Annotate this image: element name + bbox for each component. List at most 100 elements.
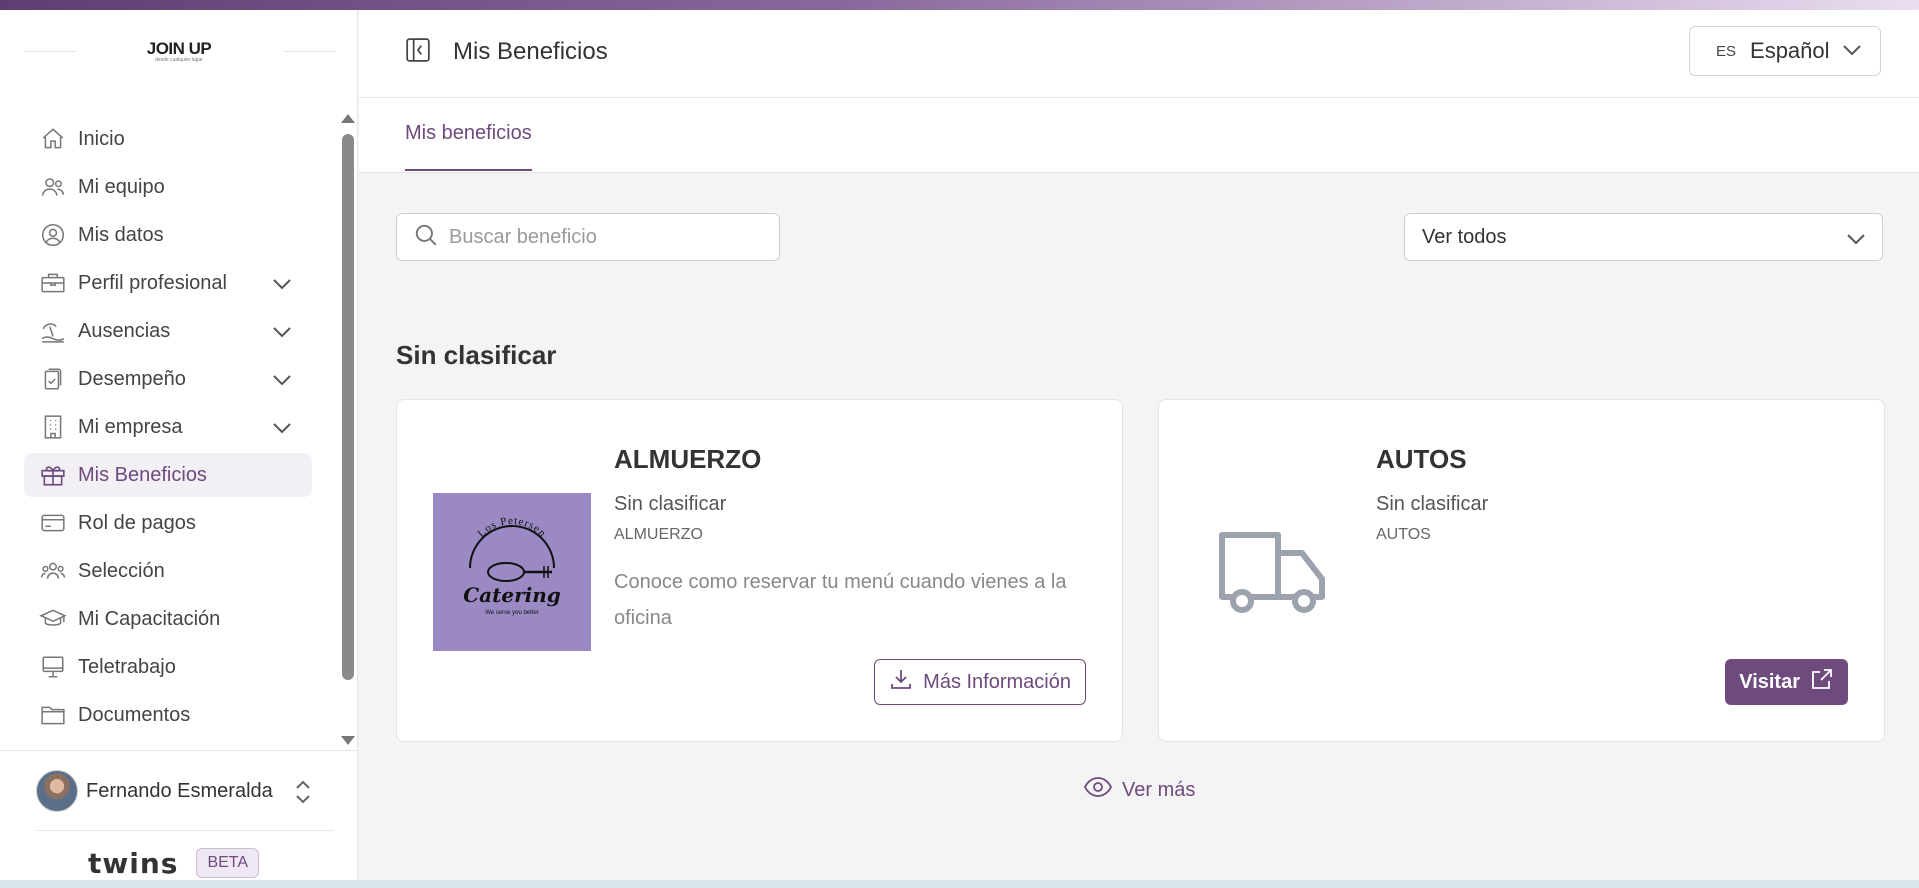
sidebar-item-label: Perfil profesional <box>78 271 227 294</box>
company-logo[interactable]: JOIN UP desde cualquier lugar <box>118 32 240 70</box>
svg-text:We serve you better: We serve you better <box>485 610 539 616</box>
mas-informacion-button[interactable]: Más Información <box>874 659 1086 705</box>
main-content: Ver todos Sin clasificar Los Petersen Ca… <box>359 173 1919 888</box>
sidebar-nav: Inicio Mi equipo Mis datos Perfil profes… <box>24 117 312 741</box>
section-title: Sin clasificar <box>396 340 557 370</box>
sidebar-item-label: Mi equipo <box>78 175 165 198</box>
company-logo-sub: desde cualquier lugar <box>155 57 203 63</box>
visitar-button[interactable]: Visitar <box>1725 659 1848 705</box>
sidebar-item-rol-de-pagos[interactable]: Rol de pagos <box>24 501 312 545</box>
filter-select-value: Ver todos <box>1422 225 1507 248</box>
logo-divider-right <box>284 51 336 52</box>
card-text: ALMUERZO Sin clasificar ALMUERZO Conoce … <box>614 444 1094 636</box>
monitor-icon <box>38 652 68 682</box>
avatar <box>36 770 78 812</box>
eye-icon <box>1083 777 1113 803</box>
button-label: Más Información <box>923 670 1071 693</box>
card-title: ALMUERZO <box>614 444 762 474</box>
sidebar-item-mis-datos[interactable]: Mis datos <box>24 213 312 257</box>
sidebar-divider <box>0 750 358 751</box>
card-text: AUTOS Sin clasificar AUTOS <box>1376 444 1856 544</box>
ver-mas-link[interactable]: Ver más <box>1083 777 1195 803</box>
card-title: AUTOS <box>1376 444 1467 474</box>
sidebar-item-documentos[interactable]: Documentos <box>24 693 312 737</box>
language-code: ES <box>1716 42 1737 60</box>
scroll-down-arrow[interactable] <box>341 736 355 745</box>
gift-icon <box>38 460 68 490</box>
clipboard-check-icon <box>38 364 68 394</box>
sidebar-item-inicio[interactable]: Inicio <box>24 117 312 161</box>
sidebar-item-ausencias[interactable]: Ausencias <box>24 309 312 353</box>
language-name: Español <box>1750 38 1830 63</box>
sidebar-item-label: Mis datos <box>78 223 164 246</box>
chevron-up-down-icon[interactable] <box>294 779 312 810</box>
main-header: Mis Beneficios ES Español <box>359 10 1919 98</box>
scroll-up-arrow[interactable] <box>341 114 355 123</box>
tab-bar: Mis beneficios <box>359 98 1919 173</box>
sidebar-item-mi-capacitacion[interactable]: Mi Capacitación <box>24 597 312 641</box>
top-gradient-bar <box>0 0 1919 10</box>
catering-logo: Los Petersen Catering We serve you bette… <box>433 493 591 651</box>
brand-divider <box>36 830 334 831</box>
card-subtitle: AUTOS <box>1376 526 1431 543</box>
user-menu[interactable]: Fernando Esmeralda <box>36 770 326 812</box>
button-label: Visitar <box>1739 670 1800 693</box>
card-subtitle: ALMUERZO <box>614 526 703 543</box>
sidebar-scrollbar[interactable] <box>342 134 354 680</box>
download-icon <box>889 667 913 697</box>
benefit-card-autos: AUTOS Sin clasificar AUTOS Visitar <box>1158 399 1885 742</box>
sidebar-item-label: Documentos <box>78 703 191 726</box>
sidebar-item-label: Rol de pagos <box>78 511 196 534</box>
folder-icon <box>38 700 68 730</box>
catering-logo-image: Los Petersen Catering We serve you bette… <box>463 515 561 616</box>
sidebar-item-label: Inicio <box>78 127 125 150</box>
twins-logo: twins <box>88 846 179 880</box>
logo-divider-left <box>24 51 76 52</box>
external-link-icon <box>1810 667 1834 697</box>
page-title: Mis Beneficios <box>453 38 608 65</box>
sidebar-item-label: Teletrabajo <box>78 655 176 678</box>
tab-mis-beneficios[interactable]: Mis beneficios <box>405 122 532 171</box>
graduation-cap-icon <box>38 604 68 634</box>
filter-select[interactable]: Ver todos <box>1404 213 1883 261</box>
user-name: Fernando Esmeralda <box>86 779 273 802</box>
bottom-edge <box>0 880 1919 888</box>
search-input[interactable] <box>447 224 751 250</box>
user-circle-icon <box>38 220 68 250</box>
sidebar-item-seleccion[interactable]: Selección <box>24 549 312 593</box>
sidebar-item-label: Selección <box>78 559 165 582</box>
logo-row: JOIN UP desde cualquier lugar <box>24 32 336 70</box>
sidebar-item-label: Desempeño <box>78 367 186 390</box>
sidebar-item-label: Mis Beneficios <box>78 463 207 486</box>
sidebar-item-label: Mi empresa <box>78 415 183 438</box>
sidebar-collapse-icon[interactable] <box>405 37 431 63</box>
card-description: Conoce como reservar tu menú cuando vien… <box>614 571 1067 629</box>
chevron-down-icon[interactable] <box>272 418 292 441</box>
card-category: Sin clasificar <box>614 493 727 515</box>
company-logo-text: JOIN UP <box>146 39 212 58</box>
briefcase-icon <box>38 268 68 298</box>
sidebar-item-desempeno[interactable]: Desempeño <box>24 357 312 401</box>
beach-icon <box>38 316 68 346</box>
chevron-down-icon <box>1842 43 1862 62</box>
sidebar-item-label: Mi Capacitación <box>78 607 221 630</box>
truck-icon <box>1195 493 1353 651</box>
sidebar-item-perfil-profesional[interactable]: Perfil profesional <box>24 261 312 305</box>
team-icon <box>38 172 68 202</box>
sidebar-item-teletrabajo[interactable]: Teletrabajo <box>24 645 312 689</box>
sidebar-item-mi-empresa[interactable]: Mi empresa <box>24 405 312 449</box>
home-icon <box>38 124 68 154</box>
sidebar-item-mi-equipo[interactable]: Mi equipo <box>24 165 312 209</box>
brand-footer: twins BETA <box>88 846 260 880</box>
sidebar-item-mis-beneficios[interactable]: Mis Beneficios <box>24 453 312 497</box>
search-box[interactable] <box>396 213 780 261</box>
chevron-down-icon[interactable] <box>272 322 292 345</box>
card-category: Sin clasificar <box>1376 493 1489 515</box>
language-selector[interactable]: ES Español <box>1689 26 1881 76</box>
building-icon <box>38 412 68 442</box>
chevron-down-icon[interactable] <box>272 370 292 393</box>
svg-text:Catering: Catering <box>463 583 561 607</box>
chevron-down-icon[interactable] <box>272 274 292 297</box>
beta-badge: BETA <box>196 848 260 878</box>
benefit-card-almuerzo: Los Petersen Catering We serve you bette… <box>396 399 1123 742</box>
